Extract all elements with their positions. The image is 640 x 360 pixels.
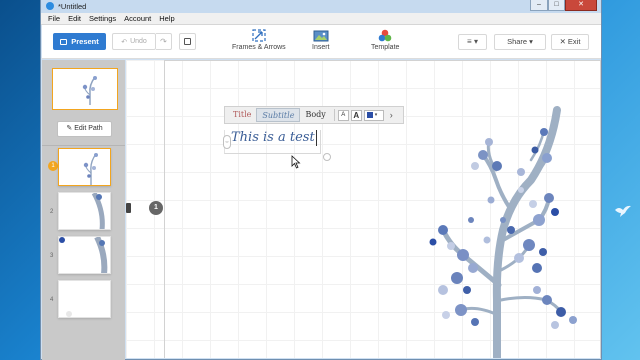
thumbnail-number: 4 [50, 297, 54, 303]
present-label: Present [71, 37, 99, 46]
canvas-guide [164, 60, 165, 358]
path-thumbnail-1[interactable] [58, 148, 111, 186]
edit-path-button[interactable]: ✎ Edit Path [57, 121, 112, 137]
thumbnail-zoom-image [59, 237, 108, 273]
thumbnail-zoom-image [91, 193, 105, 229]
thumbnail-number: 3 [50, 253, 54, 259]
present-button[interactable]: Present [53, 33, 106, 50]
share-button[interactable]: Share ▾ [494, 34, 546, 50]
exit-button[interactable]: ✕ Exit [551, 34, 589, 50]
toolbar: Present ↶ Undo ↷ Frames & Arrows Insert [42, 25, 601, 59]
frames-arrows-button[interactable]: Frames & Arrows [232, 29, 286, 51]
path-sidebar: ✎ Edit Path 1 2 3 4 [42, 60, 125, 360]
format-divider [333, 109, 335, 121]
title-bar[interactable]: *Untitled – □ ✕ [41, 0, 601, 13]
blossom-tree-image [429, 106, 577, 358]
minimize-button[interactable]: – [530, 0, 548, 11]
thumbnail-number: 2 [50, 209, 54, 215]
hamburger-menu-button[interactable]: ≡ ▾ [458, 34, 487, 50]
save-button[interactable] [179, 33, 196, 50]
sidebar-divider [42, 145, 125, 146]
style-subtitle-button[interactable]: Subtitle [256, 108, 301, 122]
frames-arrows-label: Frames & Arrows [232, 44, 286, 51]
style-body-button[interactable]: Body [300, 108, 330, 122]
insert-image-icon [313, 30, 329, 42]
overview-tree-image [82, 76, 97, 105]
path-thumbnail-2[interactable] [58, 192, 111, 230]
menu-account[interactable]: Account [124, 13, 151, 24]
current-step-badge: 1 [48, 161, 58, 171]
thumbnail-tree-image [83, 153, 98, 185]
template-button[interactable]: Template [371, 29, 399, 51]
menu-help[interactable]: Help [159, 13, 174, 24]
redo-icon: ↷ [160, 37, 167, 46]
menu-settings[interactable]: Settings [89, 13, 116, 24]
path-thumbnail-4[interactable] [58, 280, 111, 318]
frames-arrows-icon [252, 29, 266, 42]
canvas-guide [164, 60, 600, 61]
insert-button[interactable]: Insert [312, 29, 330, 51]
close-button[interactable]: ✕ [565, 0, 597, 11]
undo-button[interactable]: ↶ Undo [112, 33, 156, 50]
undo-icon: ↶ [121, 38, 128, 46]
app-icon [46, 2, 54, 10]
resize-handle[interactable]: ⇔ [223, 135, 231, 149]
present-icon [60, 38, 68, 45]
menu-edit[interactable]: Edit [68, 13, 81, 24]
overview-thumbnail[interactable] [52, 68, 118, 110]
redo-button[interactable]: ↷ [156, 33, 172, 50]
template-label: Template [371, 44, 400, 51]
decrease-font-button[interactable]: A [337, 109, 349, 121]
app-window: *Untitled – □ ✕ File Edit Settings Accou… [40, 0, 602, 360]
mouse-cursor-icon [291, 155, 301, 169]
canvas[interactable]: 1 Title Subtitle Body A A ▾ › This is a … [126, 60, 601, 358]
undo-label: Undo [130, 38, 147, 45]
thumbnail-blank-image [66, 311, 72, 317]
menu-file[interactable]: File [48, 13, 60, 24]
insert-label: Insert [312, 44, 330, 51]
text-box[interactable]: This is a test [224, 130, 324, 156]
maximize-button[interactable]: □ [548, 0, 565, 11]
template-icon [378, 29, 392, 42]
save-icon [184, 38, 191, 45]
sidebar-resize-handle[interactable] [126, 203, 131, 213]
move-handle[interactable] [323, 153, 331, 161]
menu-bar: File Edit Settings Account Help [41, 13, 601, 25]
path-step-marker[interactable]: 1 [149, 201, 163, 215]
window-title: *Untitled [58, 2, 87, 11]
style-title-button[interactable]: Title [228, 108, 256, 122]
text-box-frame [224, 130, 321, 154]
desktop-bird-icon [615, 205, 631, 217]
path-thumbnail-3[interactable] [58, 236, 111, 274]
